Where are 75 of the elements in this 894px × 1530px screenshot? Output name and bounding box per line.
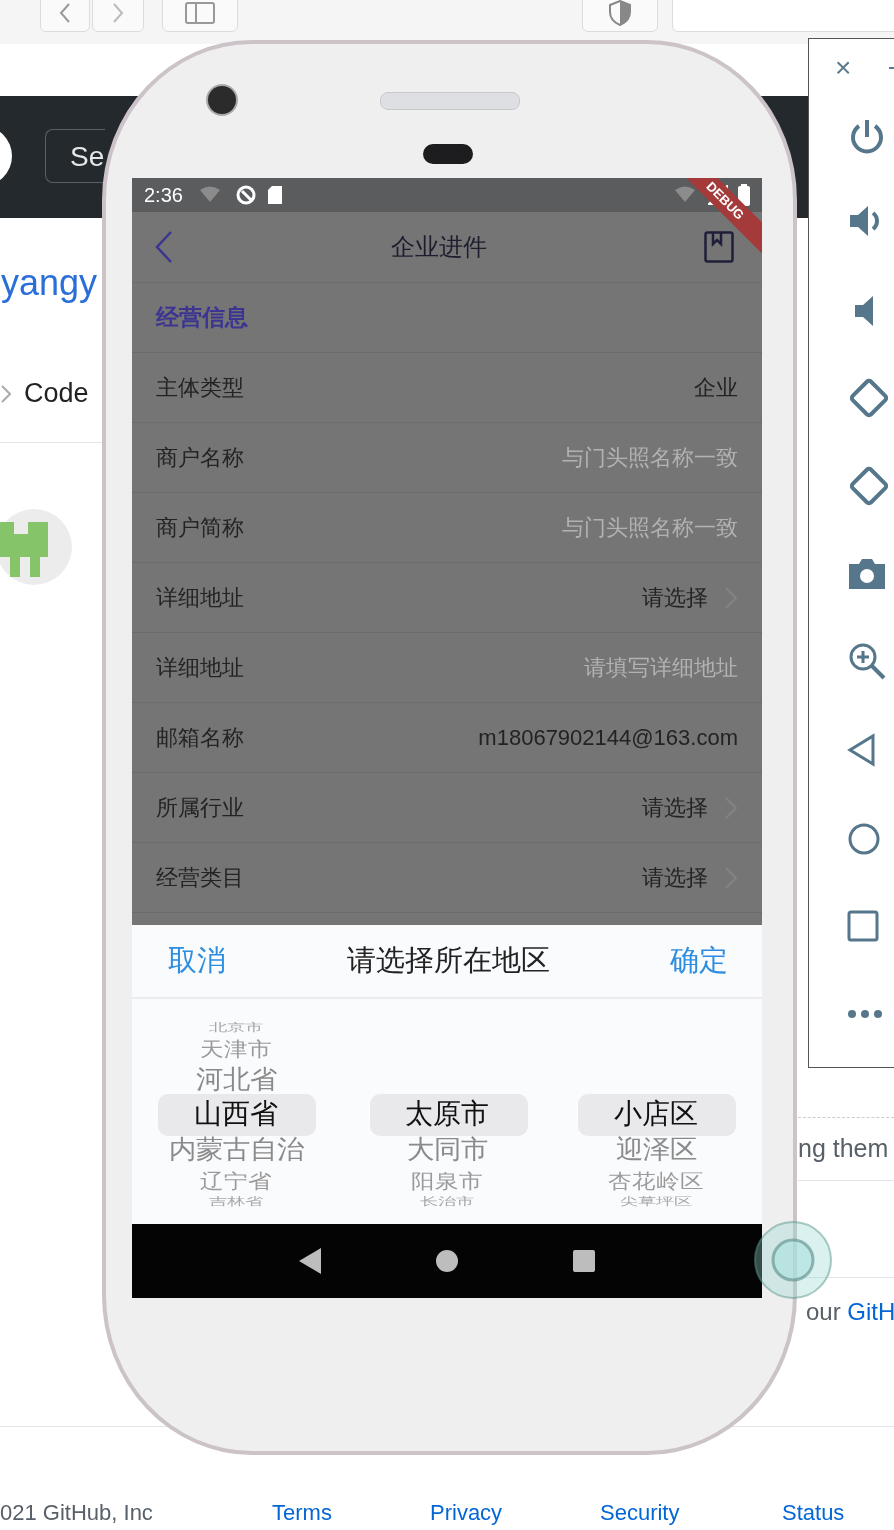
sidebar-icon [185, 2, 215, 24]
confirm-button[interactable]: 确定 [670, 941, 728, 981]
wheel-option[interactable]: 天津市 [200, 1037, 272, 1060]
form-row[interactable]: 所属行业 请选择 [132, 773, 762, 843]
wheel-option[interactable]: 阳泉市 [411, 1169, 483, 1192]
field-value: 企业 [694, 373, 738, 402]
wifi-off-icon [674, 186, 698, 204]
field-value: m18067902144@163.com [478, 724, 738, 751]
description-text: ng them [798, 1134, 889, 1163]
more-icon[interactable] [847, 1009, 883, 1019]
home-icon[interactable] [847, 822, 881, 856]
shield-icon [609, 0, 631, 26]
wheel-option[interactable]: 尖草坪区 [620, 1196, 692, 1209]
wheel-option[interactable]: 杏花岭区 [608, 1169, 704, 1192]
sidebar-button[interactable] [162, 0, 238, 32]
form-row[interactable]: 商户名称 与门头照名称一致 [132, 423, 762, 493]
footer-link[interactable]: Security [600, 1500, 680, 1526]
form-row[interactable]: 经营类目 请选择 [132, 843, 762, 913]
wheel-option[interactable]: 山西省 [194, 1099, 278, 1130]
repo-owner-link[interactable]: yangy [1, 262, 98, 304]
field-label: 详细地址 [156, 583, 245, 612]
form-row[interactable]: 详细地址 请选择 [132, 563, 762, 633]
page-title: 企业进件 [391, 232, 487, 262]
footer-link[interactable]: Status [782, 1500, 845, 1526]
form-row[interactable]: 商户简称 与门头照名称一致 [132, 493, 762, 563]
wheel-option[interactable]: 迎泽区 [615, 1135, 697, 1164]
clock-text: 2:36 [144, 183, 183, 207]
copyright-text: 021 GitHub, Inc [0, 1500, 153, 1526]
field-label: 邮箱名称 [156, 723, 245, 752]
form-row[interactable]: 主体类型 企业 [132, 353, 762, 423]
zoom-icon[interactable] [847, 641, 887, 681]
field-label: 经营类目 [156, 863, 245, 892]
code-tab[interactable]: Code [24, 378, 89, 409]
sensor-icon [423, 144, 473, 164]
back-icon[interactable] [299, 1248, 321, 1274]
field-label: 商户简称 [156, 513, 245, 542]
field-placeholder: 与门头照名称一致 [562, 443, 738, 472]
back-icon[interactable] [847, 733, 877, 767]
form-row[interactable]: 邮箱名称 m18067902144@163.com [132, 703, 762, 773]
footer-link[interactable]: Privacy [430, 1500, 503, 1526]
field-label: 所属行业 [156, 793, 245, 822]
field-label: 详细地址 [156, 653, 245, 682]
address-field[interactable] [672, 0, 894, 32]
wheel-option[interactable]: 吉林省 [209, 1196, 263, 1209]
shield-button[interactable] [582, 0, 658, 32]
wheel-option[interactable]: 长治市 [420, 1196, 474, 1209]
sync-icon [234, 184, 257, 206]
overview-icon[interactable] [847, 910, 879, 942]
bookmark-icon[interactable] [704, 231, 734, 263]
note-text: our GitH [806, 1298, 894, 1326]
section-heading: 经营信息 [156, 303, 248, 332]
field-value: 请选择 [642, 793, 708, 822]
field-label: 商户名称 [156, 443, 245, 472]
chevron-icon [0, 383, 12, 404]
footer-link[interactable]: Terms [272, 1500, 332, 1526]
picker-title: 请选择所在地区 [346, 943, 550, 978]
wheel-option[interactable]: 河北省 [195, 1065, 277, 1094]
cancel-button[interactable]: 取消 [168, 941, 226, 981]
field-label: 主体类型 [156, 373, 245, 402]
camera-lens-icon [208, 86, 236, 114]
wheel-option[interactable]: 北京市 [209, 1022, 263, 1035]
sd-card-icon [266, 185, 283, 205]
field-value: 请选择 [642, 583, 708, 612]
wheel-option[interactable]: 辽宁省 [200, 1169, 272, 1192]
close-button[interactable]: × [835, 51, 852, 85]
wheel-option[interactable]: 太原市 [405, 1099, 489, 1130]
field-placeholder: 请填写详细地址 [584, 653, 738, 682]
wheel-option[interactable]: 小店区 [614, 1099, 698, 1130]
form-row[interactable]: 详细地址 请填写详细地址 [132, 633, 762, 703]
field-value: 请选择 [642, 863, 708, 892]
field-placeholder: 与门头照名称一致 [562, 513, 738, 542]
github-link[interactable]: GitH [847, 1298, 894, 1325]
home-icon[interactable] [435, 1249, 459, 1273]
wheel-option[interactable]: 内蒙古自治 [168, 1135, 304, 1164]
wheel-option[interactable]: 大同市 [406, 1135, 488, 1164]
